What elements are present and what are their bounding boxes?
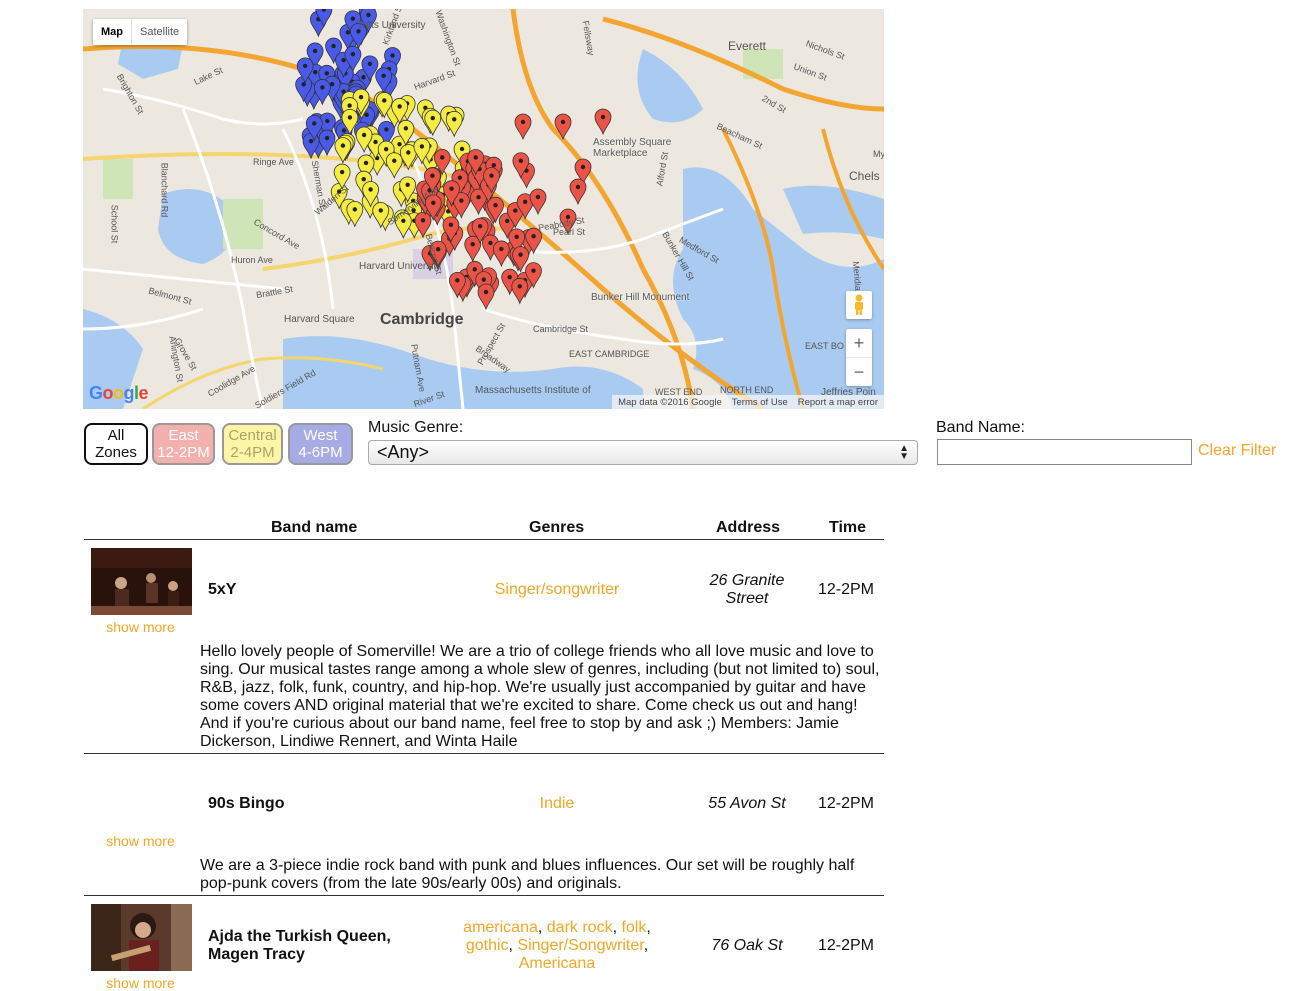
genre-link[interactable]: americana: [463, 919, 538, 936]
genre-link[interactable]: folk: [621, 919, 646, 936]
genre-link[interactable]: Americana: [519, 955, 595, 972]
zoom-out-button[interactable]: −: [846, 358, 872, 386]
show-more-link[interactable]: show more: [84, 975, 197, 991]
zone-east-label: East: [168, 427, 199, 444]
map-label-harvard: Harvard University: [359, 261, 442, 272]
map-label-mit: Massachusetts Institute of: [475, 385, 591, 396]
genre-link[interactable]: gothic: [466, 937, 509, 954]
map-type-control[interactable]: Map Satellite: [93, 19, 188, 45]
map-label-east-cambridge: EAST CAMBRIDGE: [569, 349, 650, 359]
zone-all-button[interactable]: All Zones: [84, 423, 148, 465]
band-genres: Indie: [444, 795, 670, 813]
zone-west-label: West: [303, 427, 338, 444]
zone-east-time: 12-2PM: [157, 444, 210, 461]
genre-link[interactable]: Singer/songwriter: [495, 581, 620, 598]
map-footer: Map data ©2016 Google Terms of Use Repor…: [612, 395, 884, 409]
map[interactable]: Map Satellite Everett Tufts University C…: [83, 9, 884, 409]
map-label-harvard-square: Harvard Square: [284, 314, 355, 325]
band-time: 12-2PM: [817, 795, 875, 812]
map-street-label: Pearl St: [553, 227, 586, 237]
band-name-label: Band Name:: [936, 419, 1025, 436]
report-map-error-link[interactable]: Report a map error: [798, 397, 878, 408]
zone-central-label: Central: [228, 427, 277, 444]
music-genre-select[interactable]: <Any> ▲ ▼: [368, 440, 918, 465]
zone-west-button[interactable]: West 4-6PM: [288, 423, 353, 465]
music-genre-label: Music Genre:: [368, 419, 464, 436]
table-row: show more 90s Bingo Indie 55 Avon St 12-…: [84, 754, 884, 895]
band-name: Ajda the Turkish Queen, Magen Tracy: [208, 928, 391, 963]
band-name: 90s Bingo: [208, 795, 285, 812]
band-photo[interactable]: [91, 548, 192, 615]
map-label-north-end: NORTH END: [720, 385, 774, 395]
header-genres: Genres: [529, 519, 585, 536]
map-label-cambridge: Cambridge: [380, 311, 464, 328]
header-address: Address: [716, 519, 781, 536]
band-genres: Singer/songwriter: [444, 581, 670, 599]
map-street-label: Huron Ave: [231, 255, 273, 265]
table-row: show more Ajda the Turkish Queen, Magen …: [84, 896, 884, 991]
band-time: 12-2PM: [817, 937, 875, 954]
map-street-label: Cambridge St: [533, 324, 589, 334]
map-street-label: School St: [109, 204, 120, 244]
map-street-label: Ringe Ave: [253, 157, 294, 167]
zone-central-button[interactable]: Central 2-4PM: [222, 423, 283, 465]
band-time: 12-2PM: [817, 581, 875, 598]
zoom-control[interactable]: + −: [846, 329, 872, 386]
select-arrows-icon: ▲ ▼: [899, 442, 909, 462]
terms-of-use-link[interactable]: Terms of Use: [732, 397, 788, 408]
map-label-bunker-hill: Bunker Hill Monument: [591, 292, 690, 303]
show-more-link[interactable]: show more: [84, 833, 197, 849]
band-name-input[interactable]: [937, 439, 1192, 465]
band-description: Hello lovely people of Somerville! We ar…: [200, 643, 880, 750]
map-type-map-button[interactable]: Map: [93, 19, 131, 45]
zone-central-time: 2-4PM: [230, 444, 275, 461]
genre-link[interactable]: Indie: [540, 795, 575, 812]
band-address: 55 Avon St: [708, 795, 786, 812]
band-photo[interactable]: [91, 904, 192, 971]
band-description: We are a 3-piece indie rock band with pu…: [200, 857, 855, 892]
header-band-name: Band name: [271, 519, 358, 536]
map-label-east-boston: EAST BO: [805, 341, 844, 351]
map-label-everett: Everett: [728, 39, 767, 53]
map-type-satellite-button[interactable]: Satellite: [131, 19, 187, 45]
street-view-pegman-icon[interactable]: [846, 291, 872, 319]
zoom-in-button[interactable]: +: [846, 329, 872, 358]
map-street-label: Blanchard Rd: [159, 162, 170, 218]
band-name: 5xY: [208, 581, 237, 598]
band-address: 26 Granite Street: [709, 572, 785, 607]
zone-all-sublabel: Zones: [95, 444, 137, 461]
zone-all-label: All: [107, 427, 125, 444]
zone-east-button[interactable]: East 12-2PM: [152, 423, 215, 465]
google-logo[interactable]: Google: [89, 383, 149, 404]
map-label-chelsea: Chels: [849, 169, 880, 183]
genre-link[interactable]: Singer/Songwriter: [517, 937, 643, 954]
header-time: Time: [829, 519, 867, 536]
zone-west-time: 4-6PM: [298, 444, 343, 461]
band-address: 76 Oak St: [711, 937, 783, 954]
genre-link[interactable]: dark rock: [547, 919, 613, 936]
band-genres: americana, dark rock, folk, gothic, Sing…: [463, 919, 651, 972]
show-more-link[interactable]: show more: [84, 619, 197, 635]
table-row: show more 5xY Singer/songwriter 26 Grani…: [84, 540, 884, 753]
music-genre-value: <Any>: [377, 442, 430, 462]
map-street-label: Mystic Ave: [873, 149, 884, 159]
map-data-attribution: Map data ©2016 Google: [618, 396, 722, 408]
clear-filter-link[interactable]: Clear Filter: [1198, 442, 1276, 460]
